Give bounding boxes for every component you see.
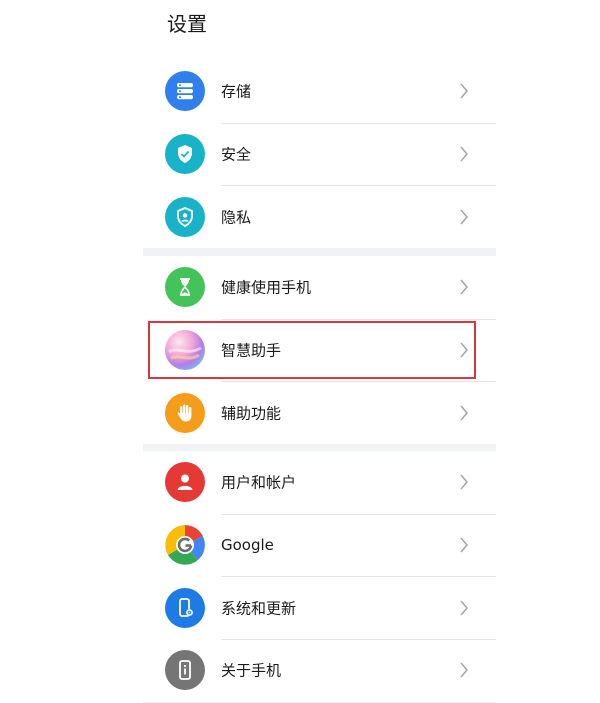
settings-item-label: 隐私	[221, 208, 252, 227]
settings-group-3: 用户和帐户 Google 系统和更新 关于手机	[143, 451, 496, 702]
settings-item-label: 系统和更新	[221, 599, 297, 618]
title-bar: 设置	[143, 0, 496, 60]
google-icon	[165, 525, 205, 566]
chevron-right-icon	[456, 342, 472, 358]
settings-item-privacy[interactable]: 隐私	[143, 185, 496, 248]
settings-item-smart-assistant[interactable]: 智慧助手	[143, 318, 496, 382]
settings-group-2: 健康使用手机 智慧助手 辅助功能	[143, 256, 496, 445]
divider	[221, 185, 496, 187]
chevron-right-icon	[456, 474, 472, 490]
settings-item-label: 存储	[221, 82, 252, 101]
phone-info-icon	[165, 650, 205, 691]
divider	[221, 576, 496, 578]
security-shield-icon	[165, 134, 205, 175]
assistant-orb-icon	[165, 330, 205, 371]
divider	[221, 513, 496, 515]
settings-item-label: 智慧助手	[221, 341, 282, 360]
chevron-right-icon	[456, 537, 472, 553]
settings-item-security[interactable]: 安全	[143, 122, 496, 186]
chevron-right-icon	[456, 209, 472, 225]
settings-item-accessibility[interactable]: 辅助功能	[143, 381, 496, 444]
hand-icon	[165, 392, 205, 433]
settings-item-users-accounts[interactable]: 用户和帐户	[143, 451, 496, 514]
settings-item-label: 安全	[221, 145, 252, 164]
divider	[221, 381, 496, 383]
chevron-right-icon	[456, 600, 472, 616]
chevron-right-icon	[456, 662, 472, 678]
settings-item-about-phone[interactable]: 关于手机	[143, 639, 496, 702]
settings-panel: 设置 存储 安全 隐私 健康使用手机 智慧助手 辅助功能 用户和帐户 Googl…	[143, 0, 496, 703]
user-icon	[165, 462, 205, 503]
divider	[221, 639, 496, 641]
settings-item-label: Google	[221, 536, 274, 555]
settings-item-system-updates[interactable]: 系统和更新	[143, 576, 496, 639]
settings-item-label: 辅助功能	[221, 404, 282, 423]
chevron-right-icon	[456, 146, 472, 162]
divider	[221, 122, 496, 124]
phone-settings-icon	[165, 587, 205, 628]
hourglass-icon	[165, 267, 205, 308]
storage-icon	[165, 71, 205, 112]
divider	[221, 318, 496, 320]
chevron-right-icon	[456, 405, 472, 421]
settings-item-google[interactable]: Google	[143, 513, 496, 577]
chevron-right-icon	[456, 83, 472, 99]
page-title: 设置	[167, 12, 207, 36]
chevron-right-icon	[456, 279, 472, 295]
settings-item-storage[interactable]: 存储	[143, 60, 496, 123]
settings-item-label: 关于手机	[221, 661, 282, 680]
settings-item-label: 健康使用手机	[221, 278, 312, 297]
settings-group-1: 存储 安全 隐私	[143, 60, 496, 249]
settings-item-label: 用户和帐户	[221, 473, 297, 492]
settings-item-digital-balance[interactable]: 健康使用手机	[143, 256, 496, 319]
privacy-shield-icon	[165, 196, 205, 237]
